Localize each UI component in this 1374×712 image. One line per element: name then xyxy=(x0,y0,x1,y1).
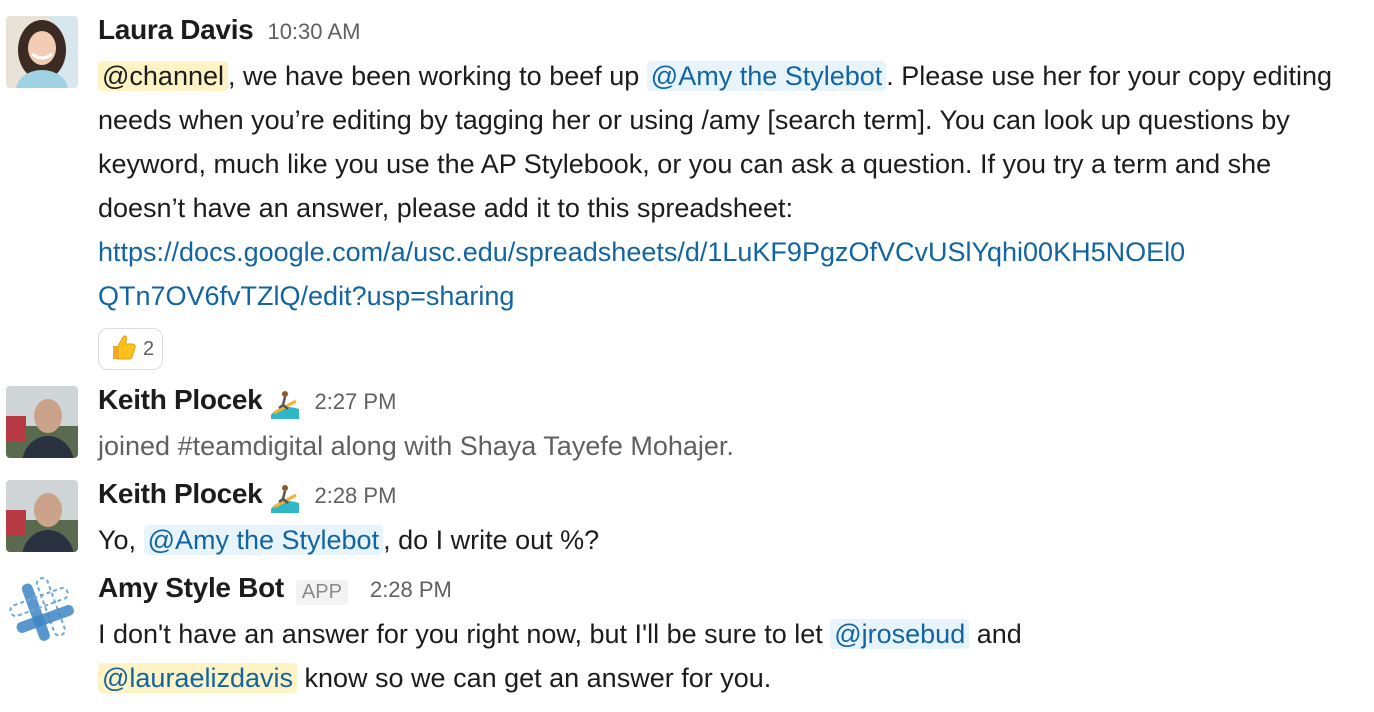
reaction-count: 2 xyxy=(143,337,155,360)
link-line-2[interactable]: QTn7OV6fvTZlQ/edit?usp=sharing xyxy=(98,281,514,311)
message-body: Yo, @Amy the Stylebot, do I write out %? xyxy=(98,518,1334,562)
channel-mention[interactable]: @channel xyxy=(98,61,228,91)
author-name[interactable]: Keith Plocek xyxy=(98,384,263,416)
timestamp[interactable]: 2:28 PM xyxy=(314,483,396,509)
message-text: , we have been working to beef up xyxy=(228,61,647,91)
message-text: know so we can get an answer for you. xyxy=(297,663,772,693)
surfer-emoji-icon xyxy=(270,483,300,513)
author-name[interactable]: Amy Style Bot xyxy=(98,572,284,604)
app-badge: APP xyxy=(295,579,348,605)
avatar-keith-plocek[interactable] xyxy=(6,480,78,552)
timestamp[interactable]: 10:30 AM xyxy=(267,19,360,45)
thumbs-up-icon xyxy=(107,332,137,367)
message-text: I don't have an answer for you right now… xyxy=(98,619,831,649)
spreadsheet-link[interactable]: https://docs.google.com/a/usc.edu/spread… xyxy=(98,237,1185,311)
user-mention-jrosebud[interactable]: @jrosebud xyxy=(830,619,970,649)
avatar-image xyxy=(6,386,78,458)
avatar-keith-plocek[interactable] xyxy=(6,386,78,458)
avatar-image xyxy=(6,16,78,88)
message-body: I don't have an answer for you right now… xyxy=(98,612,1334,700)
join-message: joined #teamdigital along with Shaya Tay… xyxy=(98,431,734,461)
message-body: @channel, we have been working to beef u… xyxy=(98,54,1334,318)
timestamp[interactable]: 2:28 PM xyxy=(370,577,452,603)
bot-logo-icon xyxy=(6,574,78,646)
author-name[interactable]: Laura Davis xyxy=(98,14,254,46)
message-text: , do I write out %? xyxy=(383,525,600,555)
avatar-amy-style-bot[interactable] xyxy=(6,574,78,646)
timestamp[interactable]: 2:27 PM xyxy=(314,389,396,415)
avatar-laura-davis[interactable] xyxy=(6,16,78,88)
message-text: and xyxy=(969,619,1022,649)
user-mention-amy-stylebot[interactable]: @Amy the Stylebot xyxy=(143,525,384,555)
reaction-thumbs-up[interactable]: 2 xyxy=(98,328,164,370)
avatar-image xyxy=(6,480,78,552)
user-mention-amy-stylebot[interactable]: @Amy the Stylebot xyxy=(646,61,887,91)
surfer-emoji-icon xyxy=(270,389,300,419)
user-mention-lauraelizdavis[interactable]: @lauraelizdavis xyxy=(98,663,297,693)
author-name[interactable]: Keith Plocek xyxy=(98,478,263,510)
link-line-1[interactable]: https://docs.google.com/a/usc.edu/spread… xyxy=(98,237,1185,267)
message-text: Yo, xyxy=(98,525,144,555)
